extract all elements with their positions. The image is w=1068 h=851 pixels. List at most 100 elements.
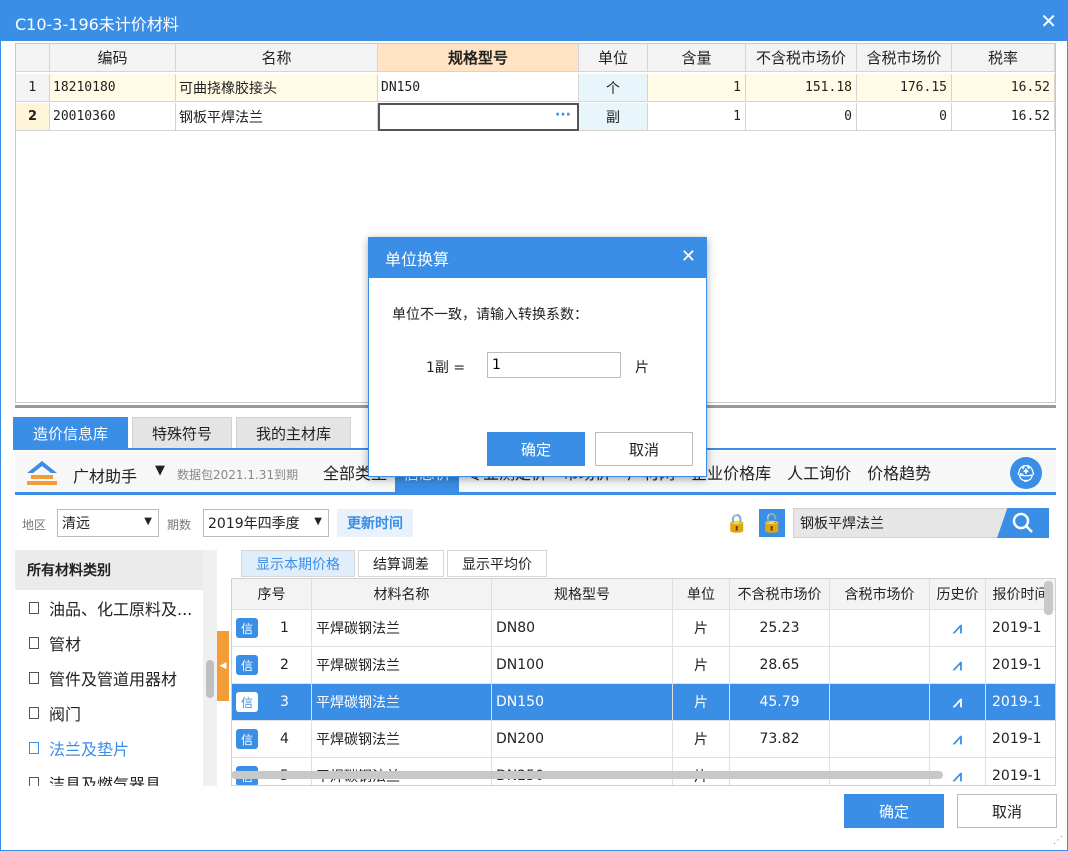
cancel-button[interactable]: 取消 (957, 794, 1057, 828)
category-header[interactable]: 所有材料类别 (15, 550, 217, 590)
close-icon[interactable]: ✕ (1040, 9, 1057, 33)
cell-unit[interactable]: 片 (673, 721, 730, 758)
nav-price-trend[interactable]: 价格趋势 (859, 451, 939, 492)
tab-settlement[interactable]: 结算调差 (358, 550, 444, 577)
region-select[interactable]: 清远 ▼ (57, 509, 159, 537)
collapse-handle[interactable]: ◀ (217, 631, 229, 701)
trend-icon[interactable]: ⩘ (953, 766, 962, 785)
ellipsis-icon[interactable]: ··· (555, 107, 571, 123)
category-item[interactable]: 洁具及燃气器具 (15, 765, 217, 786)
table-row-selected[interactable]: 信 3 平焊碳钢法兰 DN150 片 45.79 ⩘ 2019-1 (232, 684, 1055, 721)
cell-price-ex[interactable]: 0 (746, 103, 857, 131)
header-price-ex[interactable]: 不含税市场价 (746, 44, 857, 72)
cell-price-in[interactable] (830, 647, 930, 684)
category-item[interactable]: 阀门 (15, 695, 217, 730)
header-qty[interactable]: 含量 (648, 44, 746, 72)
header-history[interactable]: 历史价 (930, 579, 986, 610)
cell-spec[interactable]: DN150 (378, 74, 579, 102)
cell-spec[interactable]: DN80 (492, 610, 673, 647)
cell-price-ex[interactable]: 45.79 (730, 684, 830, 721)
trend-icon[interactable]: ⩘ (953, 655, 962, 675)
cell-unit[interactable]: 片 (673, 647, 730, 684)
table-row[interactable]: 2 20010360 钢板平焊法兰 ··· 副 1 0 0 16.52 (16, 103, 1055, 131)
cell-price-in[interactable]: 0 (857, 103, 952, 131)
table-row[interactable]: 信 1 平焊碳钢法兰 DN80 片 25.23 ⩘ 2019-1 (232, 610, 1055, 647)
cell-spec[interactable]: DN200 (492, 721, 673, 758)
header-price-in[interactable]: 含税市场价 (857, 44, 952, 72)
trend-icon[interactable]: ⩘ (953, 729, 962, 749)
cell-name[interactable]: 可曲挠橡胶接头 (176, 74, 378, 102)
cell-date[interactable]: 2019-1 (986, 721, 1055, 758)
header-tax[interactable]: 税率 (952, 44, 1055, 72)
cell-code[interactable]: 20010360 (50, 103, 176, 131)
cell-material[interactable]: 平焊碳钢法兰 (312, 721, 492, 758)
unlock-icon[interactable]: 🔓 (759, 509, 785, 537)
header-unit[interactable]: 单位 (673, 579, 730, 610)
cell-date[interactable]: 2019-1 (986, 684, 1055, 721)
cell-spec[interactable]: DN150 (492, 684, 673, 721)
header-material[interactable]: 材料名称 (312, 579, 492, 610)
cell-price-ex[interactable]: 28.65 (730, 647, 830, 684)
cell-spec-editing[interactable]: ··· (378, 103, 579, 131)
cell-material[interactable]: 平焊碳钢法兰 (312, 684, 492, 721)
header-spec[interactable]: 规格型号 (492, 579, 673, 610)
helmet-icon[interactable]: ⛑ (1010, 457, 1042, 489)
period-select[interactable]: 2019年四季度 ▼ (203, 509, 329, 537)
horizontal-scrollbar[interactable] (231, 771, 943, 779)
header-price-in[interactable]: 含税市场价 (830, 579, 930, 610)
cell-name[interactable]: 钢板平焊法兰 (176, 103, 378, 131)
cell-unit[interactable]: 片 (673, 610, 730, 647)
header-no[interactable]: 序号 (232, 579, 312, 610)
header-price-ex[interactable]: 不含税市场价 (730, 579, 830, 610)
cell-date[interactable]: 2019-1 (986, 647, 1055, 684)
cell-price-ex[interactable]: 25.23 (730, 610, 830, 647)
table-row[interactable]: 信 2 平焊碳钢法兰 DN100 片 28.65 ⩘ 2019-1 (232, 647, 1055, 684)
table-row[interactable]: 信 4 平焊碳钢法兰 DN200 片 73.82 ⩘ 2019-1 (232, 721, 1055, 758)
vertical-scrollbar[interactable] (1044, 581, 1053, 615)
cell-price-ex[interactable]: 73.82 (730, 721, 830, 758)
cell-material[interactable]: 平焊碳钢法兰 (312, 610, 492, 647)
tab-my-material-library[interactable]: 我的主材库 (236, 417, 352, 449)
cell-price-in[interactable]: 176.15 (857, 74, 952, 102)
brand-name[interactable]: 广材助手 (73, 463, 137, 487)
scrollbar-thumb[interactable] (206, 660, 214, 698)
cell-spec[interactable]: DN100 (492, 647, 673, 684)
category-item[interactable]: 管材 (15, 625, 217, 660)
category-item[interactable]: 油品、化工原料及... (15, 590, 217, 625)
table-row[interactable]: 1 18210180 可曲挠橡胶接头 DN150 个 1 151.18 176.… (16, 74, 1055, 102)
tab-current-price[interactable]: 显示本期价格 (241, 550, 355, 577)
update-time-button[interactable]: 更新时间 (337, 509, 413, 537)
header-unit[interactable]: 单位 (579, 44, 648, 72)
dialog-cancel-button[interactable]: 取消 (595, 432, 693, 466)
cell-unit[interactable]: 个 (579, 74, 648, 102)
conversion-factor-input[interactable] (487, 352, 621, 378)
tab-special-symbols[interactable]: 特殊符号 (132, 417, 233, 449)
cell-price-in[interactable] (830, 721, 930, 758)
category-scrollbar[interactable] (203, 550, 217, 786)
cell-code[interactable]: 18210180 (50, 74, 176, 102)
tab-price-info-library[interactable]: 造价信息库 (13, 417, 129, 449)
cell-price-ex[interactable]: 151.18 (746, 74, 857, 102)
cell-price-in[interactable] (830, 610, 930, 647)
close-icon[interactable]: ✕ (681, 246, 696, 267)
header-spec[interactable]: 规格型号 (378, 44, 579, 72)
cell-price-in[interactable] (830, 684, 930, 721)
cell-unit[interactable]: 副 (579, 103, 648, 131)
dialog-ok-button[interactable]: 确定 (487, 432, 585, 466)
trend-icon[interactable]: ⩘ (953, 618, 962, 638)
cell-date[interactable]: 2019-1 (986, 758, 1055, 785)
lock-icon[interactable]: 🔒 (724, 509, 750, 537)
nav-manual-inquiry[interactable]: 人工询价 (779, 451, 859, 492)
header-name[interactable]: 名称 (176, 44, 378, 72)
cell-unit[interactable]: 片 (673, 684, 730, 721)
cell-tax[interactable]: 16.52 (952, 74, 1055, 102)
resize-grip-icon[interactable]: ⋰ (1053, 835, 1063, 846)
cell-tax[interactable]: 16.52 (952, 103, 1055, 131)
cell-qty[interactable]: 1 (648, 74, 746, 102)
cell-qty[interactable]: 1 (648, 103, 746, 131)
category-item[interactable]: 管件及管道用器材 (15, 660, 217, 695)
tab-average-price[interactable]: 显示平均价 (447, 550, 547, 577)
cell-material[interactable]: 平焊碳钢法兰 (312, 647, 492, 684)
category-item-selected[interactable]: 法兰及垫片 (15, 730, 217, 765)
trend-icon[interactable]: ⩘ (953, 692, 962, 712)
